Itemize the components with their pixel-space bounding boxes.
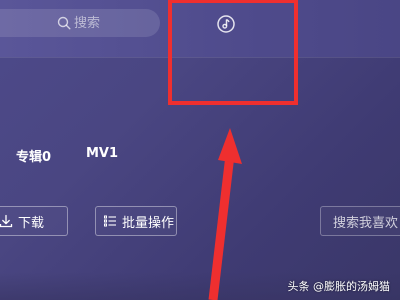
search-favorites-label: 搜索我喜欢 — [333, 215, 399, 231]
search-input[interactable] — [74, 13, 144, 33]
watermark: 头条 @膨胀的汤姆猫 — [287, 280, 391, 293]
search-icon — [57, 16, 71, 30]
download-button[interactable]: 下载 — [0, 206, 68, 236]
search-box[interactable] — [0, 9, 160, 37]
download-label: 下载 — [18, 215, 45, 231]
tab-album[interactable]: 专辑0 — [16, 146, 51, 165]
app-screen: 专辑0 MV1 下载 批量操作 搜索我喜欢 头条 @膨胀的汤姆猫 — [0, 0, 400, 300]
list-icon — [104, 215, 116, 227]
batch-operation-button[interactable]: 批量操作 — [95, 206, 177, 236]
highlight-box — [168, 0, 298, 105]
tab-mv[interactable]: MV1 — [86, 146, 118, 161]
download-icon — [0, 214, 13, 228]
batch-operation-label: 批量操作 — [122, 215, 175, 231]
search-favorites-button[interactable]: 搜索我喜欢 — [320, 206, 400, 236]
